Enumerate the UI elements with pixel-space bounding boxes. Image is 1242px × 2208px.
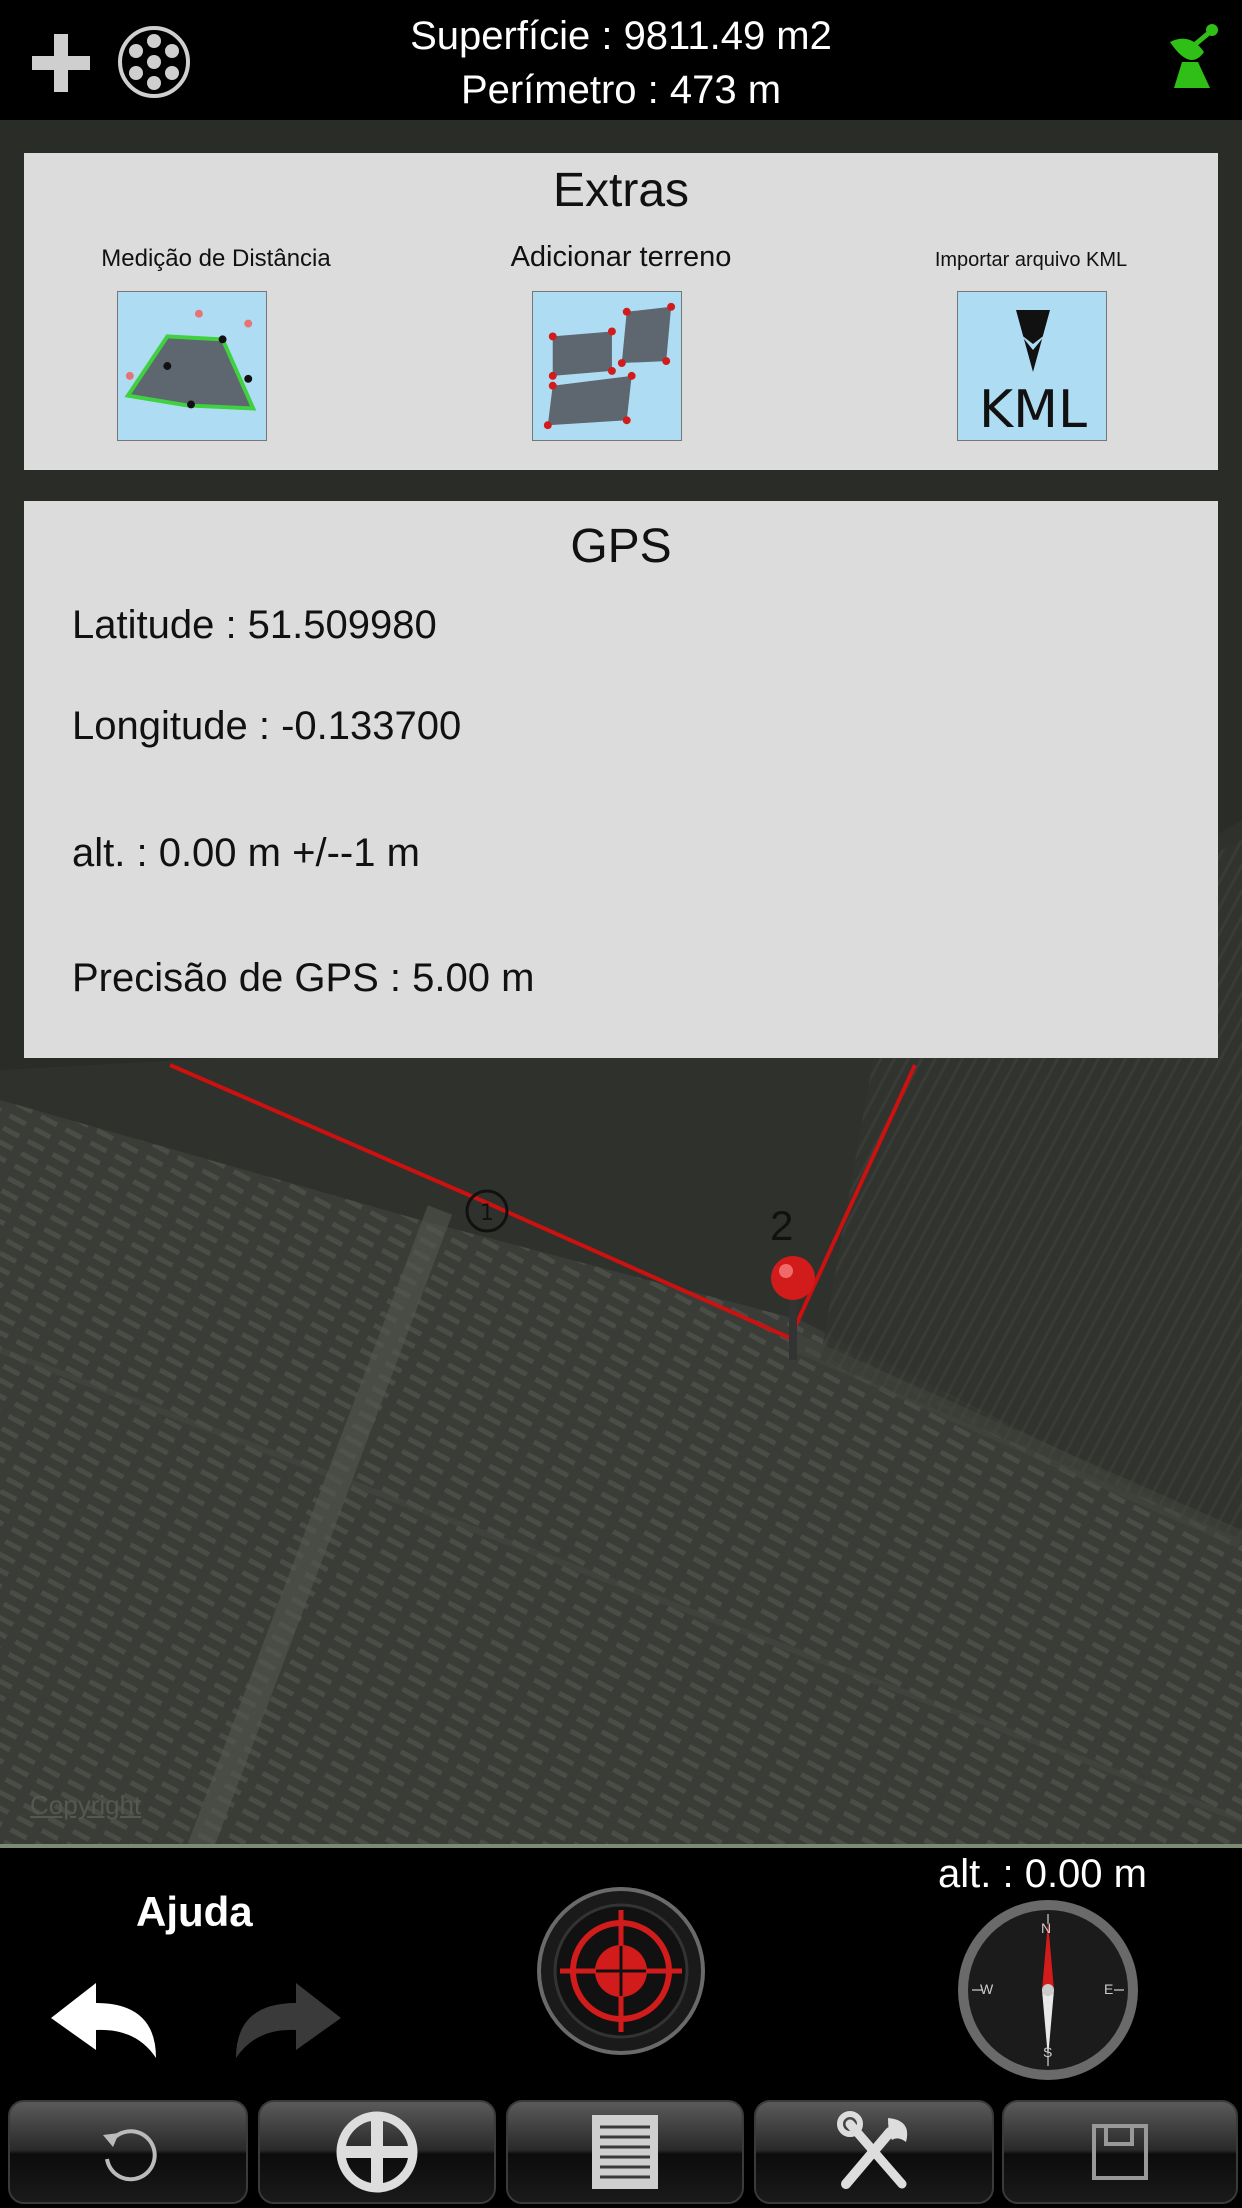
tools-button[interactable]	[754, 2100, 994, 2204]
gps-title: GPS	[570, 520, 672, 573]
perimeter-readout: Perímetro : 473 m	[460, 68, 782, 112]
crosshair-button[interactable]	[258, 2100, 496, 2204]
latitude-readout: Latitude : 51.509980	[72, 603, 437, 647]
kml-tile-text: KML	[979, 380, 1087, 440]
list-icon	[592, 2115, 658, 2189]
add-terrain-icon[interactable]	[532, 291, 682, 441]
extras-panel: Extras Medição de Distância Adicionar te…	[24, 153, 1218, 470]
save-button[interactable]	[1002, 2100, 1238, 2204]
extras-title: Extras	[552, 164, 690, 217]
svg-text:1: 1	[480, 1201, 494, 1226]
compass-north: N	[1041, 1920, 1052, 1936]
save-icon	[1092, 2124, 1148, 2180]
kml-import-label: Importar arquivo KML	[934, 249, 1128, 271]
kml-import-icon[interactable]: KML	[957, 291, 1107, 441]
distance-measure-label: Medição de Distância	[101, 245, 331, 272]
gps-panel: GPS Latitude : 51.509980 Longitude : -0.…	[24, 501, 1218, 1058]
compass-widget: N E S W	[956, 1898, 1140, 2082]
center-location-button[interactable]	[536, 1886, 706, 2056]
redo-icon[interactable]	[226, 1978, 346, 2068]
add-terrain-label: Adicionar terreno	[510, 241, 732, 273]
altitude-readout: alt. : 0.00 m +/--1 m	[72, 831, 420, 875]
compass-south: S	[1043, 2044, 1053, 2060]
top-bar: Superfície : 9811.49 m2 Perímetro : 473 …	[0, 0, 1242, 120]
surface-readout: Superfície : 9811.49 m2	[410, 14, 832, 58]
altitude-display: alt. : 0.00 m	[938, 1852, 1147, 1896]
pin-number: 2	[770, 1202, 794, 1249]
compass-west: W	[980, 1981, 994, 1997]
satellite-dish-icon[interactable]	[1160, 22, 1226, 94]
distance-measure-icon[interactable]	[117, 291, 267, 441]
bottom-controls: Ajuda alt. : 0.00 m N E S W	[0, 1848, 1242, 2208]
gps-precision-readout: Precisão de GPS : 5.00 m	[72, 956, 535, 1000]
undo-icon[interactable]	[46, 1978, 166, 2068]
refresh-button[interactable]	[8, 2100, 248, 2204]
crosshair-icon	[336, 2111, 418, 2193]
compass-east: E	[1104, 1981, 1114, 1997]
longitude-readout: Longitude : -0.133700	[72, 704, 462, 748]
refresh-icon	[103, 2129, 157, 2182]
help-button[interactable]: Ajuda	[136, 1888, 253, 1936]
list-button[interactable]	[506, 2100, 744, 2204]
tools-icon	[837, 2111, 908, 2189]
copyright-link[interactable]: Copyright	[30, 1790, 141, 1821]
